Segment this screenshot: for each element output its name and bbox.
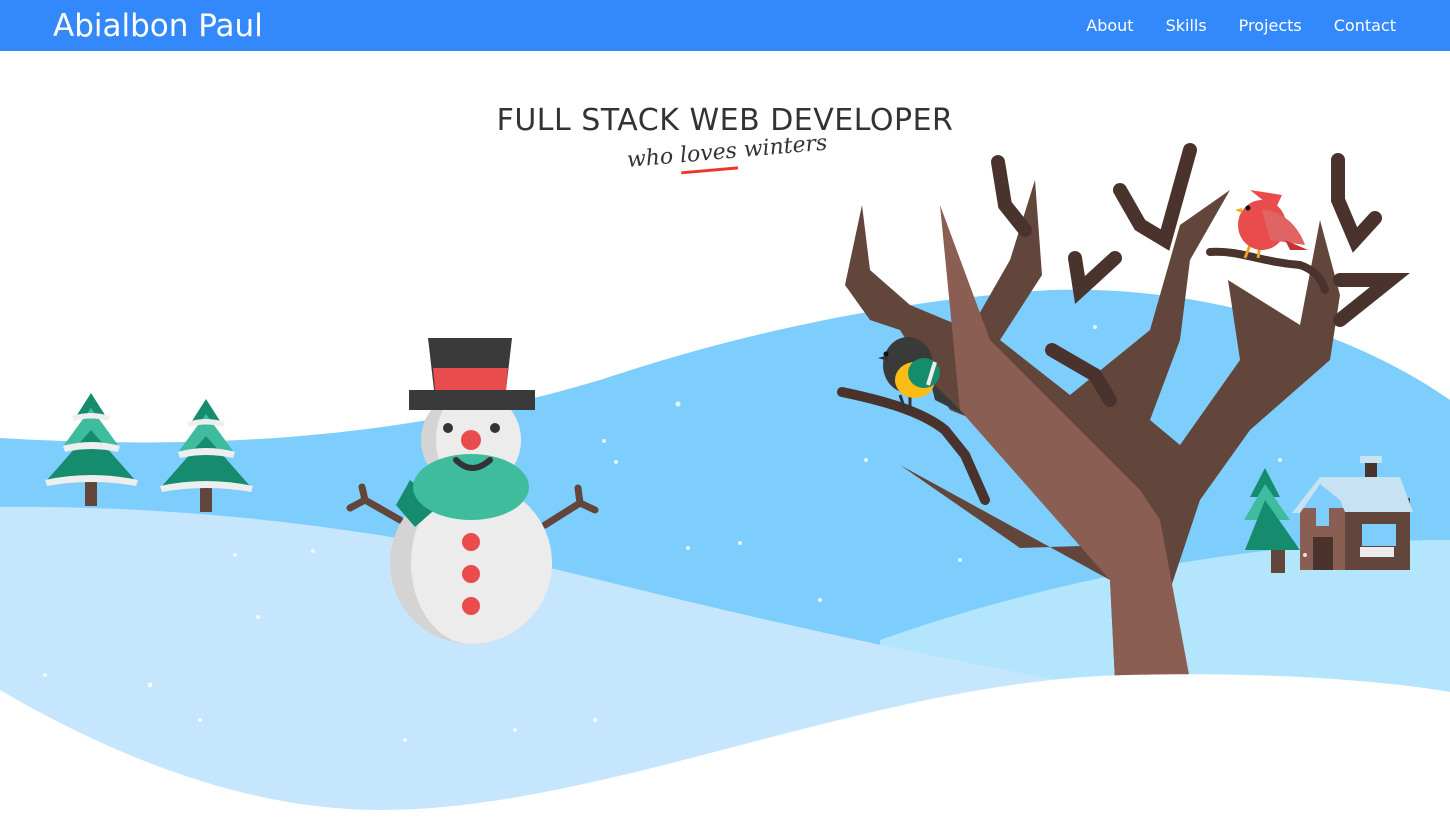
tagline-emphasis: loves xyxy=(678,138,738,169)
page-title: FULL STACK WEB DEVELOPER xyxy=(496,103,954,138)
nav-skills[interactable]: Skills xyxy=(1166,15,1207,37)
brand-link[interactable]: Abialbon Paul xyxy=(53,6,263,46)
nav-projects[interactable]: Projects xyxy=(1239,15,1302,37)
nav-contact[interactable]: Contact xyxy=(1334,15,1396,37)
nav-about[interactable]: About xyxy=(1086,15,1133,37)
nav-links: About Skills Projects Contact xyxy=(1054,15,1396,37)
red-bird xyxy=(1235,190,1308,259)
tagline-pre: who xyxy=(625,144,675,173)
navbar: Abialbon Paul About Skills Projects Cont… xyxy=(0,0,1450,51)
